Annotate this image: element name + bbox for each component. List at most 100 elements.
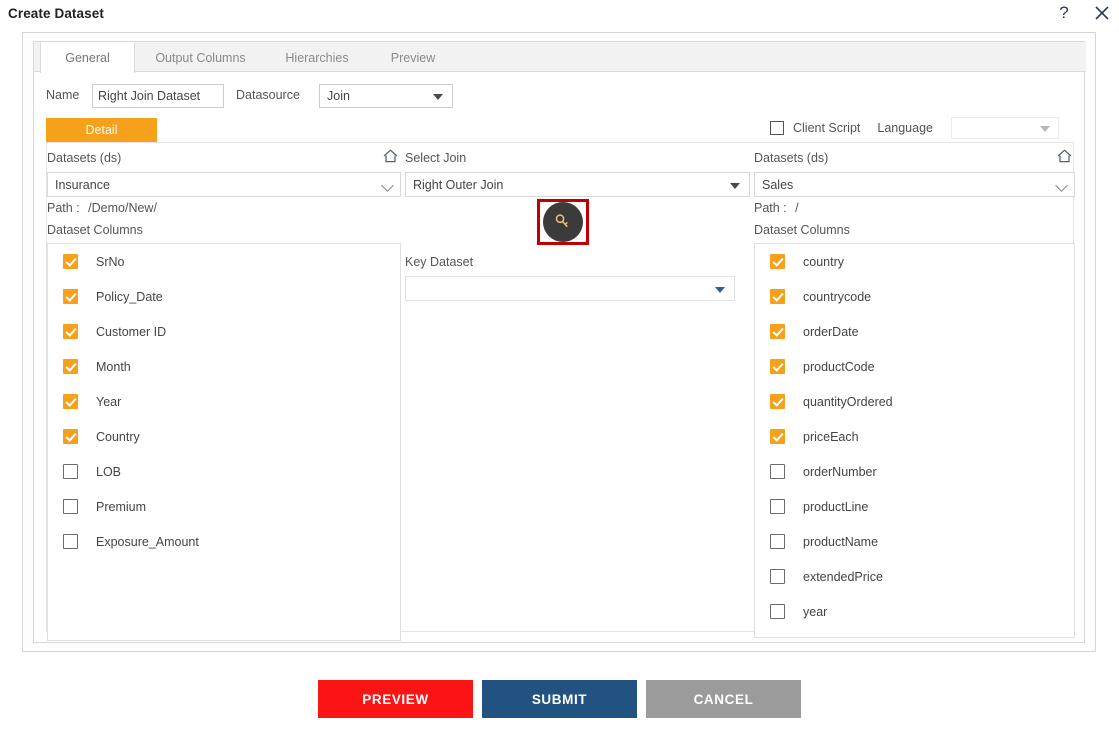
tab-output-columns[interactable]: Output Columns [142,42,259,73]
home-icon[interactable] [1056,148,1073,169]
column-list-item[interactable]: countrycode [755,279,1074,314]
key-button[interactable] [543,202,583,242]
cancel-button[interactable]: CANCEL [646,680,801,718]
preview-button[interactable]: PREVIEW [318,680,473,718]
column-checkbox[interactable] [770,359,785,374]
datasource-value: Join [327,89,350,103]
column-checkbox[interactable] [63,464,78,479]
tab-general[interactable]: General [40,42,135,73]
column-checkbox[interactable] [770,499,785,514]
column-label: Year [96,394,122,409]
left-dataset-panel: Datasets (ds) Insurance Path: /Demo/New… [47,143,401,641]
left-datasets-header: Datasets (ds) [47,149,401,169]
column-list-item[interactable]: Premium [48,489,400,524]
chevron-down-icon [715,286,725,293]
right-columns-list[interactable]: country countrycode orderDate productCode qu… [754,243,1075,638]
submit-button[interactable]: SUBMIT [482,680,637,718]
page-title: Create Dataset [8,6,104,21]
home-icon[interactable] [382,148,399,169]
column-list-item[interactable]: Country [48,419,400,454]
right-dataset-select[interactable]: Sales [754,172,1075,197]
column-list-item[interactable]: SrNo [48,244,400,279]
tab-bar: General Output Columns Hierarchies Previ… [34,42,1086,73]
column-list-item[interactable]: quantityOrdered [755,384,1074,419]
column-list-item[interactable]: Customer ID [48,314,400,349]
right-datasets-label: Datasets (ds) [754,151,829,165]
tab-preview[interactable]: Preview [374,42,452,73]
dialog-footer: PREVIEW SUBMIT CANCEL [0,680,1119,718]
column-list-item[interactable]: productName [755,524,1074,559]
select-join-dropdown[interactable]: Right Outer Join [405,172,750,197]
column-list-item[interactable]: orderDate [755,314,1074,349]
column-checkbox[interactable] [63,534,78,549]
detail-tab-label: Detail [85,123,118,137]
column-list-item[interactable]: year [755,594,1074,629]
column-label: Exposure_Amount [96,534,199,549]
chevron-down-icon [1040,126,1050,132]
key-dataset-label: Key Dataset [405,255,474,269]
column-list-item[interactable]: Year [48,384,400,419]
column-checkbox[interactable] [770,534,785,549]
left-dataset-select[interactable]: Insurance [47,172,401,197]
column-checkbox[interactable] [63,324,78,339]
left-columns-label: Dataset Columns [47,223,143,237]
key-button-highlight[interactable] [537,199,589,245]
column-checkbox[interactable] [63,429,78,444]
column-list-item[interactable]: Month [48,349,400,384]
client-script-checkbox[interactable] [769,121,784,135]
key-dataset-select[interactable] [405,276,735,301]
column-label: countrycode [803,289,872,304]
dataset-name-input[interactable] [92,84,224,108]
column-label: country [803,254,844,269]
right-path: Path : / [754,201,1075,215]
column-checkbox[interactable] [770,394,785,409]
right-dataset-panel: Datasets (ds) Sales Path : / Dataset Col… [754,143,1075,638]
column-checkbox[interactable] [63,499,78,514]
left-columns-list[interactable]: SrNo Policy_Date Customer ID Month Year Count… [47,243,401,641]
column-checkbox[interactable] [770,324,785,339]
column-label: Country [96,429,140,444]
column-list-item[interactable]: orderNumber [755,454,1074,489]
question-mark-icon[interactable]: ? [1053,2,1075,24]
select-join-value: Right Outer Join [413,177,504,192]
column-list-item[interactable]: country [755,244,1074,279]
close-icon[interactable] [1091,2,1113,24]
column-list-item[interactable]: productCode [755,349,1074,384]
column-label: LOB [96,464,122,479]
column-checkbox[interactable] [770,429,785,444]
column-checkbox[interactable] [63,289,78,304]
column-checkbox[interactable] [63,254,78,269]
right-columns-label: Dataset Columns [754,223,850,237]
left-dataset-value: Insurance [55,177,110,192]
join-panel: Select Join Right Outer Join Key Dataset [405,143,750,301]
language-select[interactable] [951,117,1059,139]
datasource-select[interactable]: Join [319,84,453,108]
column-list-item[interactable]: Exposure_Amount [48,524,400,559]
column-checkbox[interactable] [770,289,785,304]
column-checkbox[interactable] [63,394,78,409]
column-label: quantityOrdered [803,394,893,409]
column-checkbox[interactable] [770,569,785,584]
dialog-panel-inner: General Output Columns Hierarchies Previ… [33,41,1086,643]
column-checkbox[interactable] [63,359,78,374]
name-label: Name [46,88,80,102]
column-checkbox[interactable] [770,604,785,619]
column-list-item[interactable]: Policy_Date [48,279,400,314]
column-label: productName [803,534,879,549]
column-list-item[interactable] [755,629,1074,637]
column-list-item[interactable]: priceEach [755,419,1074,454]
tab-general-label: General [65,51,110,65]
column-checkbox[interactable] [770,254,785,269]
column-label: Policy_Date [96,289,163,304]
chevron-down-icon [730,182,740,189]
column-list-item[interactable]: productLine [755,489,1074,524]
key-icon [555,214,568,228]
tab-hierarchies[interactable]: Hierarchies [267,42,367,73]
column-list-item[interactable]: LOB [48,454,400,489]
column-label: priceEach [803,429,859,444]
column-list-item[interactable]: extendedPrice [755,559,1074,594]
dialog-panel: General Output Columns Hierarchies Previ… [22,32,1096,652]
chevron-down-icon [1055,178,1068,192]
column-checkbox[interactable] [770,464,785,479]
detail-tab[interactable]: Detail [46,118,157,142]
